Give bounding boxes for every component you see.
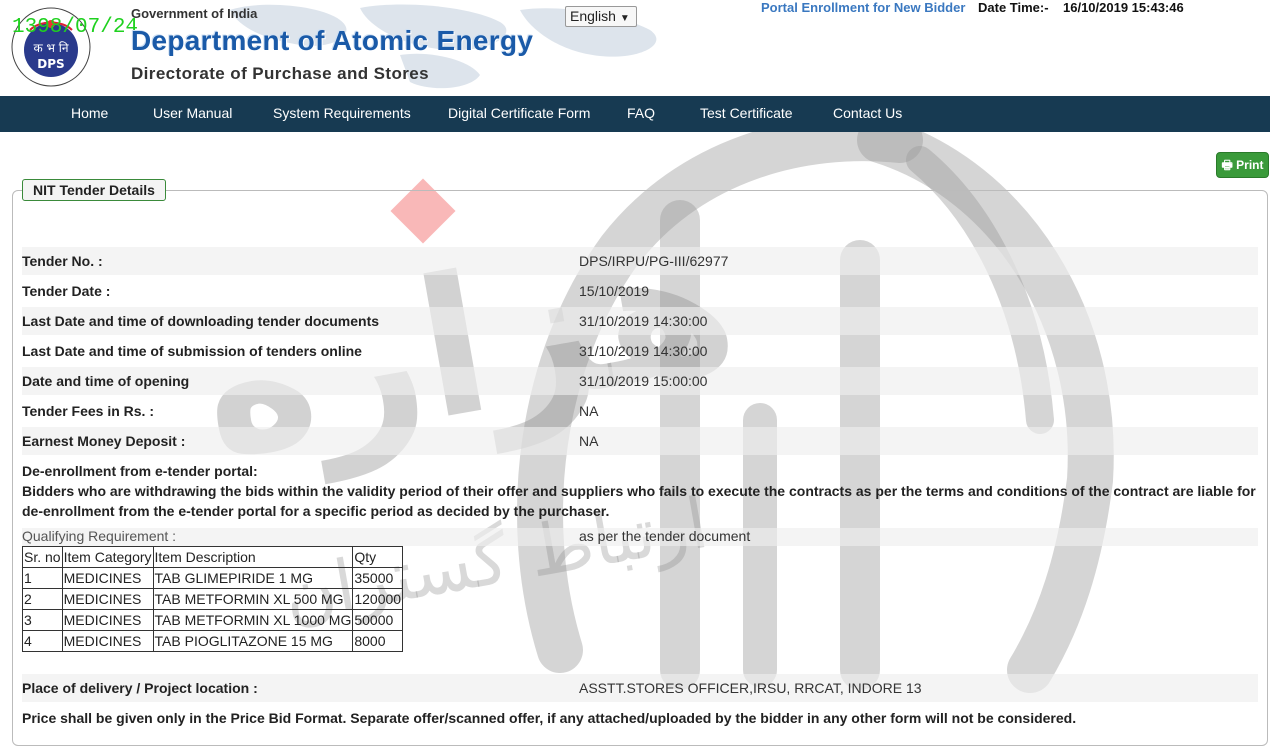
nav-user-manual[interactable]: User Manual — [153, 105, 232, 121]
datetime-label: Date Time:- — [978, 0, 1049, 15]
column-header: Item Category — [61, 546, 154, 568]
directorate-title: Directorate of Purchase and Stores — [131, 64, 429, 83]
detail-value: DPS/IRPU/PG-III/62977 — [579, 253, 729, 269]
chevron-down-icon: ▼ — [619, 13, 630, 24]
detail-row: Date and time of opening 31/10/2019 15:00… — [22, 367, 1258, 395]
table-cell: MEDICINES — [61, 588, 154, 610]
detail-label: Tender Fees in Rs. : — [22, 403, 154, 419]
table-cell: 50000 — [352, 609, 404, 631]
table-cell: TAB GLIMEPIRIDE 1 MG — [152, 567, 354, 589]
detail-label: Earnest Money Deposit : — [22, 433, 186, 449]
delivery-value: ASSTT.STORES OFFICER,IRSU, RRCAT, INDORE… — [579, 680, 922, 696]
table-cell: 120000 — [352, 588, 404, 610]
nav-system-requirements[interactable]: System Requirements — [273, 105, 411, 121]
table-header-row: Sr. no Item Category Item Description Qt… — [22, 546, 404, 568]
table-row: 1 MEDICINES TAB GLIMEPIRIDE 1 MG 35000 — [22, 567, 404, 589]
table-cell: TAB PIOGLITAZONE 15 MG — [152, 630, 354, 652]
date-stamp: 1398/07/24 — [12, 16, 139, 39]
detail-value: 15/10/2019 — [579, 283, 650, 299]
table-row: 2 MEDICINES TAB METFORMIN XL 500 MG 1200… — [22, 588, 404, 610]
detail-label: Tender Date : — [22, 283, 111, 299]
nav-faq[interactable]: FAQ — [627, 105, 655, 121]
table-cell: 8000 — [352, 630, 404, 652]
detail-value: NA — [579, 403, 599, 419]
detail-value: 31/10/2019 15:00:00 — [579, 373, 708, 389]
datetime-value: 16/10/2019 15:43:46 — [1063, 0, 1184, 15]
detail-label: Tender No. : — [22, 253, 103, 269]
table-row: 4 MEDICINES TAB PIOGLITAZONE 15 MG 8000 — [22, 630, 404, 652]
emblem-hindi: क भ नि — [33, 41, 68, 55]
table-cell: 35000 — [352, 567, 404, 589]
print-label: Print — [1236, 158, 1264, 172]
detail-row: Tender Fees in Rs. : NA — [22, 397, 1258, 425]
nav-contact-us[interactable]: Contact Us — [833, 105, 902, 121]
delivery-label: Place of delivery / Project location : — [22, 680, 258, 696]
header: क भ नि DPS 1398/07/24 Government of Indi… — [0, 0, 1270, 96]
table-cell: 1 — [22, 567, 63, 589]
portal-enrollment-link[interactable]: Portal Enrollment for New Bidder — [761, 0, 965, 15]
items-table: Sr. no Item Category Item Description Qt… — [22, 546, 404, 652]
column-header: Item Description — [152, 546, 354, 568]
detail-row: Tender Date : 15/10/2019 — [22, 277, 1258, 305]
qualifying-value: as per the tender document — [579, 528, 751, 544]
nav-digital-certificate-form[interactable]: Digital Certificate Form — [448, 105, 590, 121]
main-nav: Home User Manual System Requirements Dig… — [0, 96, 1270, 132]
emblem-abbr: DPS — [37, 57, 64, 71]
detail-row: Tender No. : DPS/IRPU/PG-III/62977 — [22, 247, 1258, 275]
deenroll-title: De-enrollment from e-tender portal: — [22, 463, 258, 479]
table-cell: TAB METFORMIN XL 500 MG — [152, 588, 354, 610]
nav-home[interactable]: Home — [71, 105, 108, 121]
detail-row: Last Date and time of submission of tend… — [22, 337, 1258, 365]
language-value: English — [570, 8, 616, 24]
detail-label: Last Date and time of submission of tend… — [22, 343, 362, 359]
qualifying-row: Qualifying Requirement : as per the tende… — [22, 528, 1258, 546]
print-button[interactable]: 🖶 Print — [1216, 152, 1269, 178]
table-cell: MEDICINES — [61, 567, 154, 589]
detail-value: 31/10/2019 14:30:00 — [579, 313, 708, 329]
table-cell: MEDICINES — [61, 609, 154, 631]
dept-title: Department of Atomic Energy — [131, 25, 534, 56]
column-header: Sr. no — [22, 546, 63, 568]
language-select[interactable]: English ▼ — [565, 6, 637, 27]
table-cell: 3 — [22, 609, 63, 631]
detail-value: 31/10/2019 14:30:00 — [579, 343, 708, 359]
detail-value: NA — [579, 433, 599, 449]
delivery-row: Place of delivery / Project location : AS… — [22, 674, 1258, 702]
table-cell: MEDICINES — [61, 630, 154, 652]
table-cell: 4 — [22, 630, 63, 652]
detail-row: Earnest Money Deposit : NA — [22, 427, 1258, 455]
detail-label: Last Date and time of downloading tender… — [22, 313, 380, 329]
table-cell: TAB METFORMIN XL 1000 MG — [152, 609, 354, 631]
column-header: Qty — [352, 546, 404, 568]
printer-icon: 🖶 — [1221, 158, 1233, 172]
nav-test-certificate[interactable]: Test Certificate — [700, 105, 793, 121]
table-row: 3 MEDICINES TAB METFORMIN XL 1000 MG 500… — [22, 609, 404, 631]
gov-label: Government of India — [131, 6, 258, 21]
panel-title: NIT Tender Details — [22, 179, 166, 201]
price-note: Price shall be given only in the Price B… — [22, 710, 1077, 726]
detail-label: Date and time of opening — [22, 373, 190, 389]
qualifying-label: Qualifying Requirement : — [22, 528, 177, 544]
detail-row: Last Date and time of downloading tender… — [22, 307, 1258, 335]
table-cell: 2 — [22, 588, 63, 610]
deenroll-text: Bidders who are withdrawing the bids wit… — [22, 483, 1256, 519]
